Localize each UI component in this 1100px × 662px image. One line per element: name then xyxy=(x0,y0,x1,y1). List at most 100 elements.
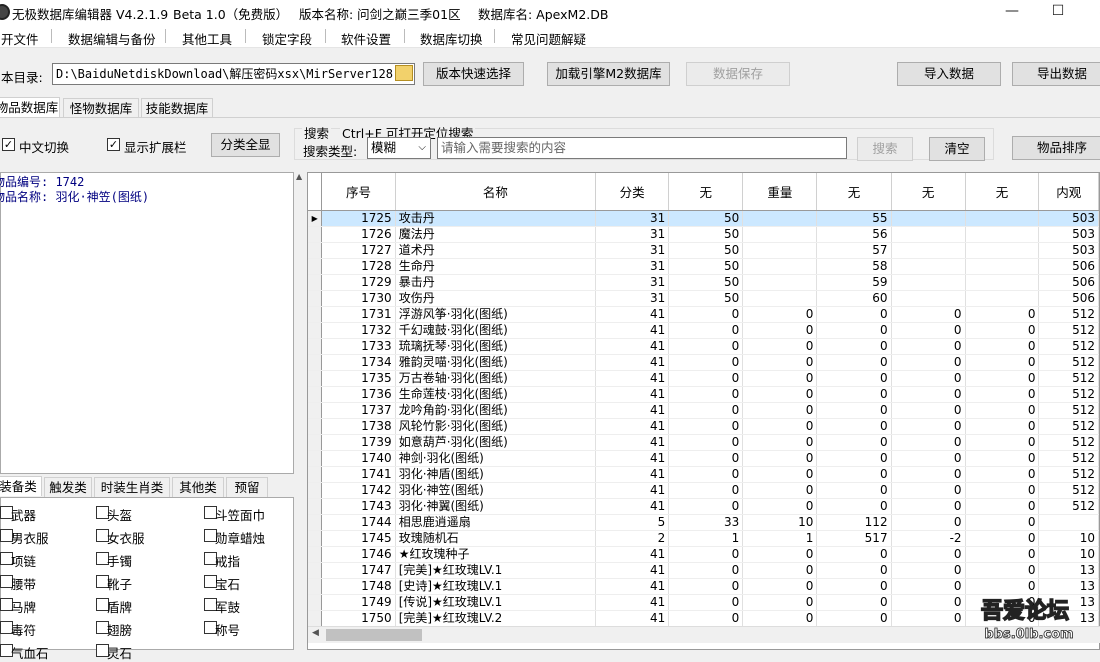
search-input[interactable]: 请输入需要搜索的内容 xyxy=(437,137,847,159)
table-cell[interactable]: 0 xyxy=(816,562,892,579)
table-row[interactable]: 1729 暴击丹 31 50 59 506 xyxy=(308,274,1099,291)
save-data-button[interactable]: 数据保存 xyxy=(686,62,790,86)
table-cell[interactable]: 0 xyxy=(816,370,892,387)
table-cell[interactable]: 0 xyxy=(742,594,818,611)
table-cell[interactable]: 相思鹿逍遥扇 xyxy=(395,514,597,531)
table-cell[interactable]: [传说]★红玫瑰LV.1 xyxy=(395,594,597,611)
table-row[interactable]: 1741 羽化·神盾(图纸) 41 0 0 0 0 0 512 xyxy=(308,466,1099,483)
table-cell[interactable]: 33 xyxy=(668,514,744,531)
tab-item-database[interactable]: 物品数据库 xyxy=(0,97,60,117)
table-cell[interactable]: 0 xyxy=(965,450,1040,467)
table-cell[interactable]: 512 xyxy=(1038,434,1099,451)
table-cell[interactable] xyxy=(742,290,818,307)
table-cell[interactable]: 41 xyxy=(595,370,670,387)
table-cell[interactable]: 浮游风筝·羽化(图纸) xyxy=(395,306,597,323)
table-cell[interactable]: 羽化·神翼(图纸) xyxy=(395,498,597,515)
table-cell[interactable]: 2 xyxy=(595,530,670,547)
table-cell[interactable] xyxy=(965,242,1040,259)
column-header[interactable]: 无 xyxy=(965,173,1040,211)
table-cell[interactable]: 1733 xyxy=(321,338,396,355)
table-cell[interactable]: 0 xyxy=(965,546,1040,563)
panel-splitter[interactable] xyxy=(295,172,307,650)
table-cell[interactable]: 魔法丹 xyxy=(395,226,597,243)
table-cell[interactable]: 50 xyxy=(668,226,744,243)
table-cell[interactable]: 41 xyxy=(595,594,670,611)
table-cell[interactable]: 50 xyxy=(668,210,744,227)
table-cell[interactable]: 0 xyxy=(816,418,892,435)
table-cell[interactable]: 0 xyxy=(965,338,1040,355)
table-cell[interactable]: 0 xyxy=(965,402,1040,419)
table-cell[interactable] xyxy=(891,210,966,227)
table-cell[interactable]: [完美]★红玫瑰LV.1 xyxy=(395,562,597,579)
table-cell[interactable]: 0 xyxy=(668,306,744,323)
table-cell[interactable]: 59 xyxy=(816,274,892,291)
table-cell[interactable]: 1731 xyxy=(321,306,396,323)
scrollbar-thumb[interactable] xyxy=(326,629,422,641)
table-cell[interactable]: 琉璃抚琴·羽化(图纸) xyxy=(395,338,597,355)
table-cell[interactable] xyxy=(742,274,818,291)
table-cell[interactable]: 0 xyxy=(742,386,818,403)
table-cell[interactable]: 512 xyxy=(1038,386,1099,403)
table-cell[interactable]: 0 xyxy=(816,402,892,419)
table-cell[interactable]: 56 xyxy=(816,226,892,243)
column-header[interactable]: 无 xyxy=(891,173,966,211)
table-cell[interactable]: 1742 xyxy=(321,482,396,499)
row-indicator[interactable] xyxy=(308,322,323,339)
table-cell[interactable]: 512 xyxy=(1038,450,1099,467)
row-indicator[interactable] xyxy=(308,514,323,531)
table-cell[interactable]: 0 xyxy=(816,546,892,563)
table-cell[interactable]: 0 xyxy=(891,466,966,483)
row-indicator[interactable] xyxy=(308,418,323,435)
table-cell[interactable]: 雅韵灵喵·羽化(图纸) xyxy=(395,354,597,371)
table-cell[interactable]: 0 xyxy=(816,434,892,451)
table-cell[interactable]: 0 xyxy=(891,610,966,627)
table-cell[interactable]: 羽化·神盾(图纸) xyxy=(395,466,597,483)
table-cell[interactable]: 0 xyxy=(742,466,818,483)
table-cell[interactable]: 512 xyxy=(1038,402,1099,419)
table-cell[interactable]: 41 xyxy=(595,546,670,563)
table-cell[interactable] xyxy=(891,226,966,243)
tab-reserved[interactable]: 预留 xyxy=(226,477,268,497)
table-cell[interactable]: 13 xyxy=(1038,562,1099,579)
table-cell[interactable]: 1729 xyxy=(321,274,396,291)
table-cell[interactable] xyxy=(891,274,966,291)
table-cell[interactable]: 1736 xyxy=(321,386,396,403)
table-cell[interactable]: 0 xyxy=(965,562,1040,579)
table-cell[interactable]: 1746 xyxy=(321,546,396,563)
row-indicator[interactable] xyxy=(308,402,323,419)
table-row[interactable]: 1743 羽化·神翼(图纸) 41 0 0 0 0 0 512 xyxy=(308,498,1099,515)
table-cell[interactable]: 攻伤丹 xyxy=(395,290,597,307)
table-cell[interactable]: 0 xyxy=(742,338,818,355)
table-cell[interactable]: 60 xyxy=(816,290,892,307)
column-header[interactable]: 无 xyxy=(816,173,892,211)
table-cell[interactable] xyxy=(1038,514,1099,531)
table-cell[interactable]: 0 xyxy=(965,530,1040,547)
table-row[interactable]: 1735 万古卷轴·羽化(图纸) 41 0 0 0 0 0 512 xyxy=(308,370,1099,387)
table-cell[interactable]: 0 xyxy=(891,306,966,323)
column-header[interactable]: 名称 xyxy=(395,173,597,211)
table-cell[interactable]: 31 xyxy=(595,242,670,259)
table-cell[interactable]: 1748 xyxy=(321,578,396,595)
table-cell[interactable]: 0 xyxy=(816,482,892,499)
table-cell[interactable]: 0 xyxy=(816,498,892,515)
table-cell[interactable]: 0 xyxy=(816,338,892,355)
table-cell[interactable]: 1747 xyxy=(321,562,396,579)
table-row[interactable]: 1745 玫瑰随机石 2 1 1 517 -2 0 10 xyxy=(308,530,1099,547)
search-button[interactable]: 搜索 xyxy=(857,137,913,161)
table-cell[interactable]: 517 xyxy=(816,530,892,547)
table-cell[interactable]: 0 xyxy=(742,498,818,515)
row-indicator[interactable] xyxy=(308,386,323,403)
row-indicator[interactable]: ▶ xyxy=(308,210,323,227)
row-indicator[interactable] xyxy=(308,546,323,563)
table-cell[interactable]: 31 xyxy=(595,258,670,275)
table-row[interactable]: 1736 生命莲枝·羽化(图纸) 41 0 0 0 0 0 512 xyxy=(308,386,1099,403)
row-indicator[interactable] xyxy=(308,258,323,275)
table-row[interactable]: ▶ 1725 攻击丹 31 50 55 503 xyxy=(308,210,1099,227)
table-cell[interactable]: 55 xyxy=(816,210,892,227)
table-cell[interactable]: 512 xyxy=(1038,338,1099,355)
directory-path-field[interactable]: D:\BaiduNetdiskDownload\解压密码xsx\MirServe… xyxy=(52,63,415,85)
scroll-up-icon[interactable]: ▲ xyxy=(296,172,306,182)
show-extension-checkbox[interactable]: ✓ xyxy=(107,138,120,151)
table-cell[interactable]: 1741 xyxy=(321,466,396,483)
table-cell[interactable]: 0 xyxy=(891,594,966,611)
